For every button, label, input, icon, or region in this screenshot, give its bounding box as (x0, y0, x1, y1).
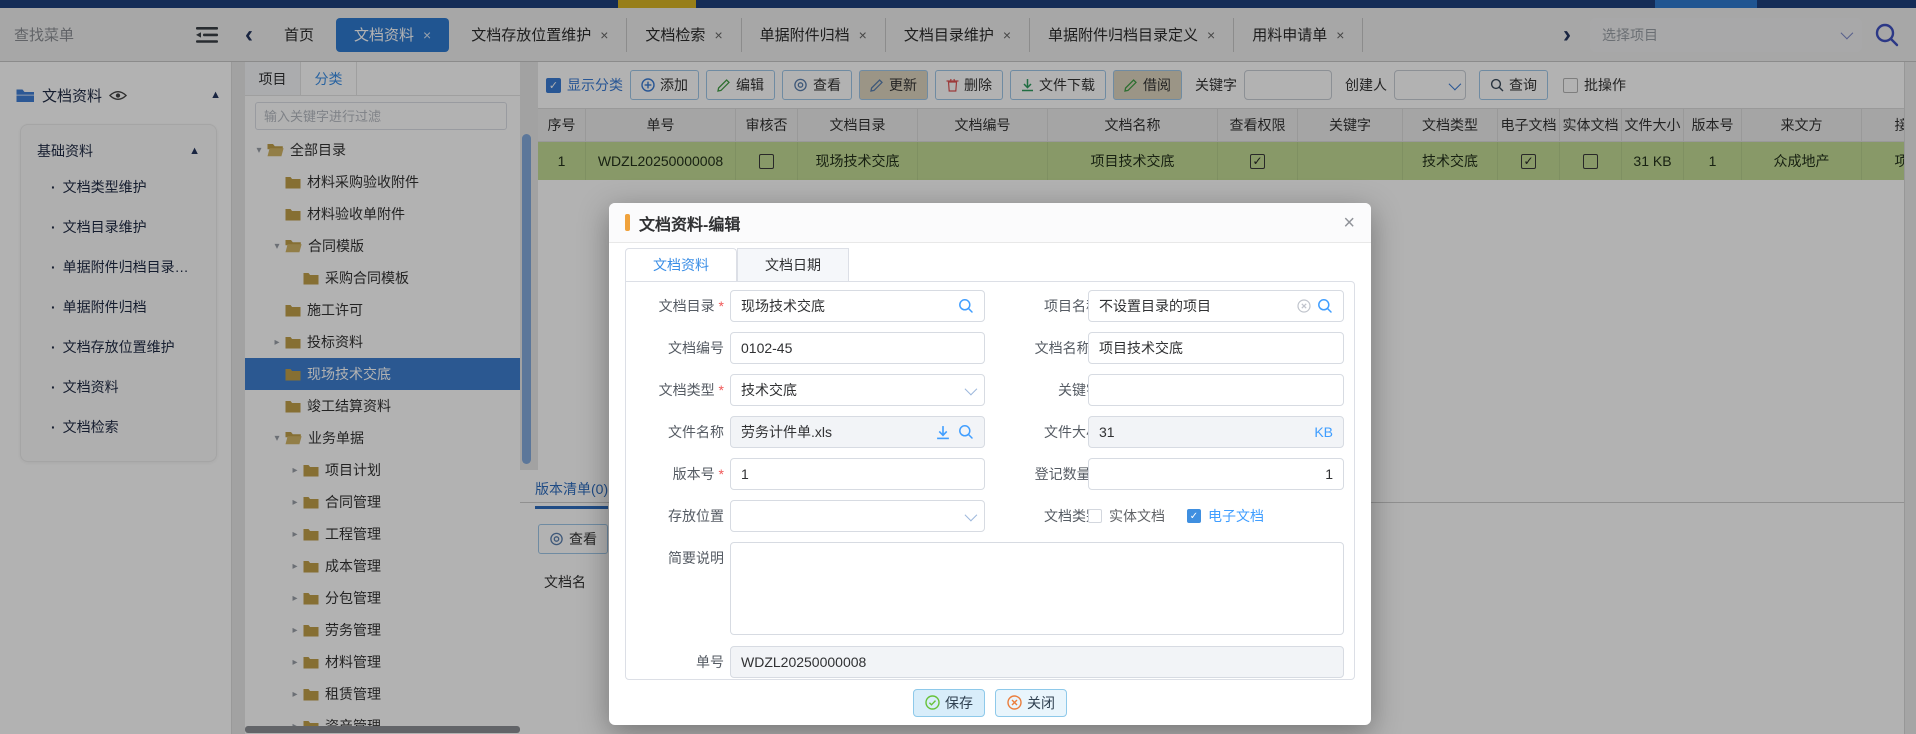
tab-document-dates[interactable]: 文档日期 (737, 248, 849, 282)
quantity-field[interactable]: 1 (1088, 458, 1344, 490)
file-name-field[interactable]: 劳务计件单.xls (730, 416, 985, 448)
tab-document-info[interactable]: 文档资料 (625, 248, 737, 282)
quantity-label: 登记数量 (1003, 458, 1100, 490)
keyword-label: 关键字 (1003, 374, 1100, 406)
file-size-label: 文件大小 (1003, 416, 1100, 448)
doc-name-field[interactable]: 项目技术交底 (1088, 332, 1344, 364)
keyword-field[interactable] (1088, 374, 1344, 406)
doc-type-select[interactable]: 技术交底 (730, 374, 985, 406)
summary-label: 简要说明 (627, 542, 724, 574)
search-icon[interactable] (958, 298, 974, 314)
chevron-down-icon (965, 382, 978, 395)
doc-catalog-field[interactable]: 现场技术交底 (730, 290, 985, 322)
doc-category-label: 文档类别 (1003, 500, 1100, 532)
doc-category-group: 实体文档 ✓电子文档 (1088, 500, 1264, 532)
checkbox-icon (1088, 509, 1102, 523)
project-name-label: 项目名称 (1003, 290, 1100, 322)
search-icon[interactable] (958, 424, 974, 440)
x-circle-icon (1007, 695, 1022, 710)
checkbox-checked-icon: ✓ (1187, 509, 1201, 523)
dialog-tabs: 文档资料 文档日期 (625, 248, 849, 282)
screen: 查找菜单 ‹ 首页 文档资料× 文档存放位置维护× 文档检索× 单据附件归档× … (0, 0, 1916, 734)
dialog-header: 文档资料-编辑 × (609, 203, 1371, 243)
check-circle-icon (925, 695, 940, 710)
save-button[interactable]: 保存 (913, 689, 985, 717)
edit-document-dialog: 文档资料-编辑 × 文档资料 文档日期 文档目录 现场技术交底 项目名称 不设置… (609, 203, 1371, 725)
project-name-field[interactable]: 不设置目录的项目 (1088, 290, 1344, 322)
dialog-title: 文档资料-编辑 (639, 211, 740, 235)
summary-textarea[interactable] (730, 542, 1344, 635)
doc-catalog-label: 文档目录 (627, 290, 724, 322)
title-accent-bar (625, 214, 630, 231)
clear-icon[interactable] (1297, 299, 1311, 313)
storage-location-select[interactable] (730, 500, 985, 532)
close-button[interactable]: 关闭 (995, 689, 1067, 717)
bill-no-label: 单号 (627, 646, 724, 678)
version-field[interactable]: 1 (730, 458, 985, 490)
doc-code-label: 文档编号 (627, 332, 724, 364)
dialog-footer: 保存 关闭 (609, 680, 1371, 725)
search-icon[interactable] (1317, 298, 1333, 314)
doc-code-field[interactable]: 0102-45 (730, 332, 985, 364)
size-unit: KB (1314, 424, 1333, 440)
close-dialog-icon[interactable]: × (1343, 213, 1355, 233)
download-icon[interactable] (936, 425, 950, 440)
doc-name-label: 文档名称 (1003, 332, 1100, 364)
chevron-down-icon (965, 508, 978, 521)
file-name-label: 文件名称 (627, 416, 724, 448)
doc-type-label: 文档类型 (627, 374, 724, 406)
version-label: 版本号 (627, 458, 724, 490)
file-size-field[interactable]: 31 KB (1088, 416, 1344, 448)
storage-location-label: 存放位置 (627, 500, 724, 532)
bill-no-field[interactable]: WDZL20250000008 (730, 646, 1344, 678)
physical-doc-checkbox[interactable]: 实体文档 (1088, 506, 1165, 526)
electronic-doc-checkbox[interactable]: ✓电子文档 (1187, 506, 1264, 526)
